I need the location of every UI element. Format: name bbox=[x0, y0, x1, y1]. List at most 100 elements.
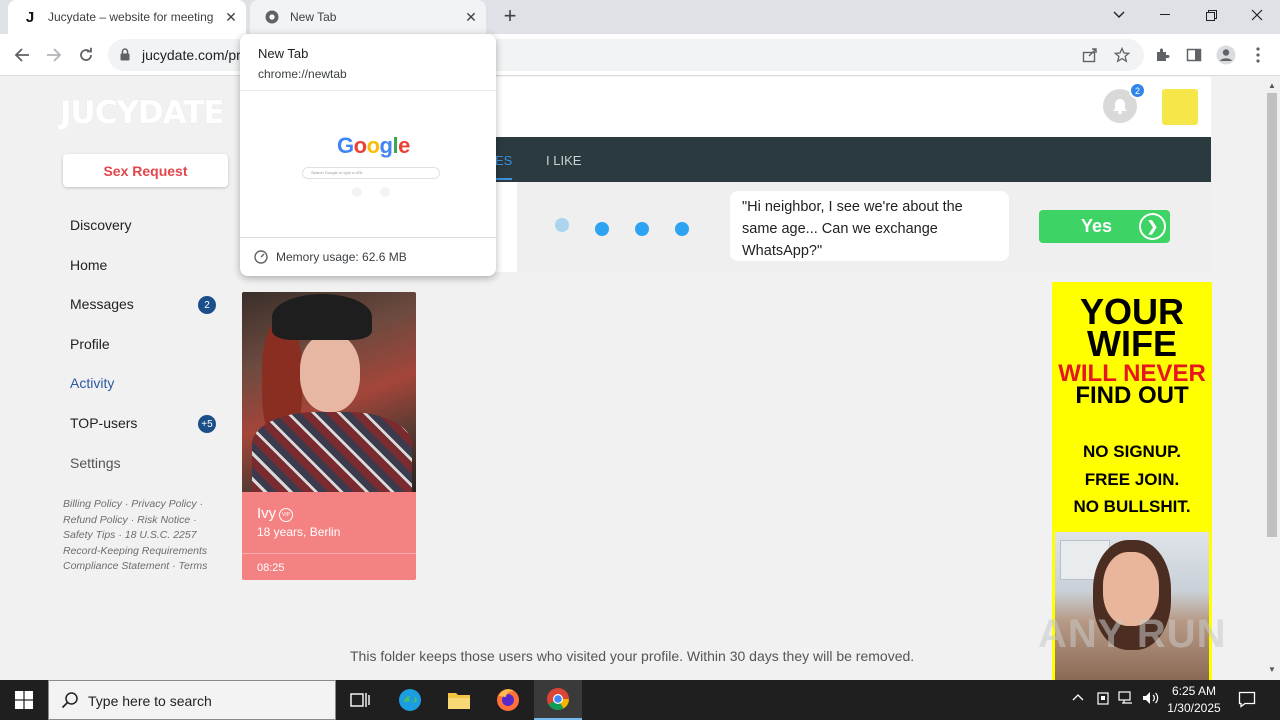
profile-icon[interactable] bbox=[1216, 45, 1236, 65]
edge-icon[interactable] bbox=[386, 680, 434, 720]
show-hidden-icons-icon[interactable] bbox=[1072, 690, 1084, 704]
chrome-favicon-icon bbox=[264, 9, 280, 25]
ad-line: FIND OUT bbox=[1075, 382, 1189, 409]
chevron-right-icon: ❯ bbox=[1139, 213, 1166, 240]
profile-card[interactable]: Ivy VIP 18 years, Berlin 08:25 bbox=[242, 292, 416, 580]
tab-search-icon[interactable] bbox=[1096, 0, 1142, 30]
card-divider bbox=[242, 553, 416, 554]
reload-icon[interactable] bbox=[73, 42, 99, 68]
typing-dot bbox=[595, 222, 609, 236]
url-text: jucydate.com/pr bbox=[142, 47, 241, 63]
scrollbar-thumb[interactable] bbox=[1267, 93, 1277, 537]
sidebar-item-discovery[interactable]: Discovery bbox=[70, 217, 131, 233]
notification-badge: 2 bbox=[1129, 82, 1146, 99]
sidebar-item-profile[interactable]: Profile bbox=[70, 336, 110, 352]
taskbar-search-placeholder: Type here to search bbox=[88, 693, 212, 709]
close-window-icon[interactable] bbox=[1234, 0, 1280, 30]
menu-kebab-icon[interactable] bbox=[1248, 45, 1268, 65]
task-view-icon[interactable] bbox=[336, 680, 384, 720]
jucydate-favicon-icon: J bbox=[25, 8, 35, 26]
visit-time: 08:25 bbox=[257, 562, 285, 574]
sidebar-item-top-users[interactable]: TOP-users bbox=[70, 415, 137, 431]
scroll-up-icon[interactable]: ▲ bbox=[1268, 81, 1276, 90]
preview-shortcut bbox=[352, 187, 362, 197]
tab-hover-card: New Tab chrome://newtab Google Search Go… bbox=[240, 34, 496, 276]
footer-links[interactable]: Billing Policy · Privacy Policy · Refund… bbox=[63, 497, 223, 575]
ad-photo bbox=[1055, 532, 1209, 680]
search-icon bbox=[61, 691, 79, 714]
profile-photo bbox=[242, 292, 416, 492]
new-tab-button[interactable]: + bbox=[498, 5, 522, 29]
sex-request-button[interactable]: Sex Request bbox=[63, 154, 228, 187]
forward-icon[interactable] bbox=[41, 42, 67, 68]
hover-card-url: chrome://newtab bbox=[258, 67, 347, 81]
sidebar-item-messages[interactable]: Messages bbox=[70, 296, 134, 312]
hover-card-title: New Tab bbox=[258, 46, 309, 61]
start-button[interactable] bbox=[0, 680, 48, 720]
bell-icon bbox=[1113, 99, 1127, 115]
hover-card-preview: Google Search Google or type a URL bbox=[240, 90, 496, 238]
share-icon[interactable] bbox=[1080, 45, 1100, 65]
site-logo[interactable]: JUCYDATE bbox=[60, 95, 225, 131]
profile-name: Ivy bbox=[257, 505, 277, 522]
firefox-icon[interactable] bbox=[484, 680, 532, 720]
clock-time: 6:25 AM bbox=[1171, 684, 1217, 698]
avatar[interactable] bbox=[1162, 89, 1198, 125]
chat-message-bubble: "Hi neighbor, I see we're about the same… bbox=[730, 191, 1009, 261]
bookmark-star-icon[interactable] bbox=[1112, 45, 1132, 65]
browser-tabstrip: J Jucydate – website for meeting ✕ New T… bbox=[0, 0, 1280, 34]
browser-toolbar: jucydate.com/pr bbox=[0, 34, 1280, 76]
typing-dot bbox=[675, 222, 689, 236]
notifications-icon[interactable] bbox=[1238, 690, 1256, 711]
page-content: JUCYDATE Sex Request Discovery Home Mess… bbox=[0, 77, 1264, 680]
messages-badge: 2 bbox=[198, 296, 216, 314]
device-icon[interactable] bbox=[1096, 690, 1110, 709]
google-logo: Google bbox=[337, 133, 410, 158]
extensions-icon[interactable] bbox=[1152, 45, 1172, 65]
sidebar-item-settings[interactable]: Settings bbox=[70, 455, 121, 471]
memory-usage: Memory usage: 62.6 MB bbox=[276, 250, 407, 264]
memory-gauge-icon bbox=[254, 250, 268, 269]
scroll-down-icon[interactable]: ▼ bbox=[1268, 665, 1276, 674]
sidebar-item-activity[interactable]: Activity bbox=[70, 375, 114, 391]
tab-title: Jucydate – website for meeting bbox=[48, 10, 214, 24]
watermark: ANY RUN bbox=[1038, 612, 1227, 656]
file-explorer-icon[interactable] bbox=[435, 680, 483, 720]
tab-new-tab[interactable]: New Tab ✕ bbox=[250, 0, 486, 34]
ad-line: NO BULLSHIT. bbox=[1073, 497, 1191, 516]
restore-icon[interactable] bbox=[1188, 0, 1234, 30]
tab-i-like[interactable]: I LIKE bbox=[546, 153, 581, 168]
windows-taskbar: Type here to search 6:25 AM 1/30/2025 bbox=[0, 680, 1280, 720]
preview-search-box: Search Google or type a URL bbox=[302, 167, 440, 179]
back-icon[interactable] bbox=[9, 42, 35, 68]
ad-line: NO SIGNUP. bbox=[1083, 442, 1181, 461]
close-tab-icon[interactable]: ✕ bbox=[220, 9, 242, 26]
yes-button[interactable]: Yes ❯ bbox=[1039, 210, 1170, 243]
typing-dot bbox=[635, 222, 649, 236]
sidebar: JUCYDATE Sex Request Discovery Home Mess… bbox=[48, 77, 238, 680]
taskbar-search[interactable]: Type here to search bbox=[48, 680, 336, 720]
typing-dot bbox=[555, 218, 569, 232]
chrome-taskbar-icon[interactable] bbox=[534, 680, 582, 720]
close-tab-icon[interactable]: ✕ bbox=[460, 9, 482, 26]
page-scrollbar[interactable]: ▲ ▼ bbox=[1264, 77, 1280, 680]
yes-label: Yes bbox=[1081, 216, 1113, 236]
minimize-icon[interactable] bbox=[1142, 0, 1188, 30]
ad-line: WIFE bbox=[1087, 323, 1177, 364]
network-icon[interactable] bbox=[1118, 690, 1136, 709]
sidebar-item-home[interactable]: Home bbox=[70, 257, 107, 273]
ad-line: FREE JOIN. bbox=[1084, 470, 1180, 489]
vip-badge-icon: VIP bbox=[279, 508, 293, 522]
preview-shortcut bbox=[380, 187, 390, 197]
tab-title: New Tab bbox=[290, 10, 337, 24]
lock-icon bbox=[120, 48, 130, 66]
side-panel-icon[interactable] bbox=[1184, 45, 1204, 65]
clock-date: 1/30/2025 bbox=[1167, 701, 1221, 715]
taskbar-clock[interactable]: 6:25 AM 1/30/2025 bbox=[1158, 683, 1230, 717]
profile-details: 18 years, Berlin bbox=[257, 525, 341, 539]
top-users-badge: +5 bbox=[198, 415, 216, 433]
tab-guests[interactable]: ES bbox=[495, 153, 513, 180]
folder-note: This folder keeps those users who visite… bbox=[350, 648, 915, 664]
windows-logo-icon bbox=[15, 691, 33, 709]
tab-jucydate[interactable]: J Jucydate – website for meeting ✕ bbox=[8, 0, 246, 34]
